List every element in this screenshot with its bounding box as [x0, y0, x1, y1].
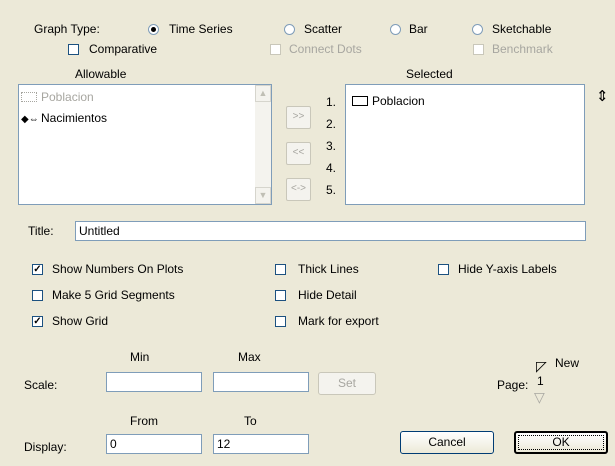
bar-label[interactable]: Bar	[409, 22, 428, 36]
sketchable-radio[interactable]	[472, 24, 483, 35]
slot-number: 3.	[326, 139, 337, 153]
scale-min-header: Min	[130, 350, 150, 364]
cancel-button[interactable]: Cancel	[400, 431, 494, 454]
list-item[interactable]: ◆⇔ Nacimientos	[21, 111, 107, 127]
comparative-label[interactable]: Comparative	[89, 42, 157, 56]
show-grid-label[interactable]: Show Grid	[52, 314, 108, 328]
slot-number: 2.	[326, 117, 337, 131]
arrow-flow-icon: ◆⇔	[21, 114, 39, 125]
time-series-label[interactable]: Time Series	[169, 22, 233, 36]
selected-list[interactable]: Poblacion	[345, 84, 585, 205]
graph-type-label: Graph Type:	[34, 22, 100, 36]
hide-y-labels-checkbox[interactable]	[438, 264, 449, 275]
allowable-scrollbar[interactable]: ▲ ▼	[255, 85, 271, 204]
connect-dots-checkbox	[270, 44, 281, 55]
thick-lines-checkbox[interactable]	[275, 264, 286, 275]
bar-radio[interactable]	[390, 24, 401, 35]
title-input[interactable]	[75, 221, 586, 241]
title-label: Title:	[28, 224, 54, 238]
display-from-input[interactable]	[106, 434, 202, 454]
show-grid-checkbox[interactable]: ✓	[32, 316, 43, 327]
grid-segments-label[interactable]: Make 5 Grid Segments	[52, 288, 175, 302]
add-variable-button[interactable]: >>	[286, 106, 311, 129]
scale-min-input[interactable]	[106, 372, 202, 392]
scatter-radio[interactable]	[284, 24, 295, 35]
display-from-header: From	[130, 414, 158, 428]
variable-swatch-icon	[21, 92, 37, 102]
ok-button[interactable]: OK	[514, 431, 608, 454]
list-item[interactable]: Poblacion	[352, 94, 425, 108]
hide-detail-label[interactable]: Hide Detail	[298, 288, 357, 302]
scroll-down-icon[interactable]: ▼	[255, 187, 271, 204]
scale-label: Scale:	[24, 378, 58, 392]
display-label: Display:	[24, 440, 67, 454]
new-page-label[interactable]: New	[555, 356, 579, 370]
comparative-checkbox[interactable]	[68, 44, 79, 55]
scatter-label[interactable]: Scatter	[304, 22, 342, 36]
time-series-radio[interactable]	[148, 24, 159, 35]
hide-detail-checkbox[interactable]	[275, 290, 286, 301]
list-item[interactable]: Poblacion	[21, 90, 94, 104]
swap-variable-button[interactable]: <->	[286, 178, 311, 201]
page-label: Page:	[497, 378, 529, 392]
slot-number: 4.	[326, 161, 337, 175]
variable-swatch-icon	[352, 96, 368, 106]
scale-max-header: Max	[238, 350, 261, 364]
mark-export-checkbox[interactable]	[275, 316, 286, 327]
grid-segments-checkbox[interactable]	[32, 290, 43, 301]
show-numbers-label[interactable]: Show Numbers On Plots	[52, 262, 183, 276]
allowable-header: Allowable	[75, 67, 127, 81]
list-item-label: Poblacion	[41, 90, 94, 104]
scroll-up-icon[interactable]: ▲	[255, 85, 271, 102]
scale-max-input[interactable]	[213, 372, 309, 392]
benchmark-checkbox	[473, 44, 484, 55]
display-to-input[interactable]	[213, 434, 309, 454]
thick-lines-label[interactable]: Thick Lines	[298, 262, 359, 276]
benchmark-label: Benchmark	[492, 42, 553, 56]
page-down-icon[interactable]: ▽	[534, 390, 545, 404]
mark-export-label[interactable]: Mark for export	[298, 314, 379, 328]
set-scale-button[interactable]: Set	[318, 372, 376, 395]
display-to-header: To	[244, 414, 257, 428]
slot-number: 1.	[326, 95, 337, 109]
allowable-list[interactable]: Poblacion ◆⇔ Nacimientos ▲ ▼	[18, 84, 272, 205]
resize-arrows-icon[interactable]: ⇕	[596, 89, 609, 104]
remove-variable-button[interactable]: <<	[286, 142, 311, 165]
selected-header: Selected	[406, 67, 453, 81]
page-number: 1	[537, 374, 544, 388]
connect-dots-label: Connect Dots	[289, 42, 362, 56]
list-item-label: Poblacion	[372, 94, 425, 108]
sketchable-label[interactable]: Sketchable	[492, 22, 551, 36]
slot-number: 5.	[326, 183, 337, 197]
hide-y-labels-label[interactable]: Hide Y-axis Labels	[458, 262, 557, 276]
page-up-icon[interactable]: ◸	[536, 359, 547, 373]
show-numbers-checkbox[interactable]: ✓	[32, 264, 43, 275]
list-item-label: Nacimientos	[41, 111, 108, 125]
